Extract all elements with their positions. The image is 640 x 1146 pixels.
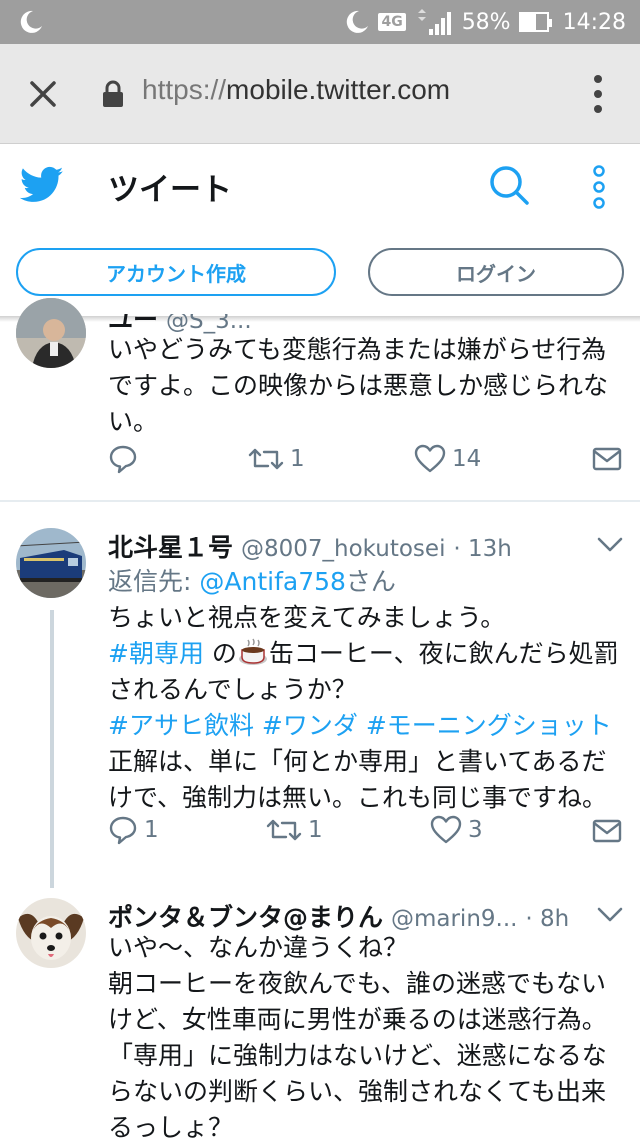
- dog-avatar-image: [16, 898, 86, 968]
- hashtag-link[interactable]: #モーニングショット: [366, 711, 612, 740]
- user-name[interactable]: ポンタ＆ブンタ@まりん: [108, 903, 383, 932]
- tweet-header: 北斗星１号 @8007_hokutosei · 13h: [108, 528, 512, 564]
- retweet-count: 1: [290, 446, 305, 472]
- header-shadow: [0, 316, 640, 322]
- retweet-button[interactable]: 1: [266, 815, 323, 845]
- url-scheme: https://: [142, 74, 227, 105]
- avatar[interactable]: [16, 898, 86, 968]
- tweet-text-fragment: 缶コーヒー、夜に飲んだら処罰: [268, 639, 619, 668]
- like-button[interactable]: 14: [414, 444, 481, 474]
- user-avatar-image: [16, 298, 86, 368]
- reply-prefix: 返信先:: [108, 567, 200, 596]
- twitter-header: ツイート: [0, 144, 640, 228]
- url-host: mobile.twitter.com: [226, 74, 451, 105]
- tweet-line: るっしょ？: [108, 1113, 234, 1142]
- tweet-line: いや〜、なんか違うくね？: [108, 933, 409, 962]
- thread-connector: [50, 610, 54, 888]
- chevron-down-icon[interactable]: [596, 536, 624, 554]
- tweet-body: いや〜、なんか違うくね？ 朝コーヒーを夜飲んでも、誰の迷惑でもない けど、女性車…: [108, 930, 620, 1146]
- tweet-line: #朝専用 の 缶コーヒー、夜に飲んだら処罰: [108, 636, 620, 672]
- clock: 14:28: [562, 9, 626, 35]
- browser-url-bar: https://mobile.twitter.com: [0, 44, 640, 144]
- retweet-icon: [248, 448, 284, 470]
- envelope-icon: [592, 447, 622, 471]
- tweet-line: 正解は、単に「何とか専用」と書いてあるだ: [108, 747, 607, 776]
- tweet-line: 朝コーヒーを夜飲んでも、誰の迷惑でもない: [108, 969, 607, 998]
- dm-button[interactable]: [592, 446, 622, 472]
- train-avatar-image: [16, 528, 86, 598]
- hashtag-link[interactable]: #アサヒ飲料: [108, 711, 254, 740]
- user-handle[interactable]: @8007_hokutosei: [241, 536, 445, 562]
- tweet-line: けで、強制力は無い。これも同じ事ですね。: [108, 783, 608, 812]
- tweet-time: · 8h: [525, 906, 570, 932]
- tweet-body: ちょいと視点を変えてみましょう。 #朝専用 の 缶コーヒー、夜に飲んだら処罰 さ…: [108, 600, 620, 816]
- page-title: ツイート: [108, 172, 232, 208]
- browser-menu-icon[interactable]: [590, 72, 606, 116]
- tweet-text-fragment: の: [203, 639, 237, 668]
- reply-icon: [109, 445, 137, 474]
- lock-icon: [103, 80, 123, 107]
- avatar[interactable]: [16, 298, 86, 368]
- envelope-icon: [592, 819, 622, 843]
- retweet-button[interactable]: 1: [248, 444, 305, 474]
- twitter-bird-icon[interactable]: [20, 166, 64, 204]
- tweet-line: ちょいと視点を変えてみましょう。: [108, 603, 506, 632]
- dm-button[interactable]: [592, 818, 622, 844]
- like-count: 14: [452, 446, 482, 472]
- chevron-down-icon[interactable]: [596, 906, 624, 924]
- reply-icon: [109, 816, 137, 845]
- status-bar: 4G 58% 14:28: [0, 0, 640, 44]
- heart-icon: [414, 444, 446, 473]
- network-type: 4G: [378, 13, 406, 31]
- signal-icon: [417, 9, 451, 35]
- tweet-line: #アサヒ飲料 #ワンダ #モーニングショット: [108, 708, 620, 744]
- do-not-disturb-moon-icon: [347, 10, 369, 33]
- moon-icon: [20, 10, 42, 33]
- tweet-line: されるんでしょうか？: [108, 675, 357, 704]
- tweet-time: · 13h: [453, 536, 512, 562]
- url-field[interactable]: https://mobile.twitter.com: [142, 74, 450, 106]
- auth-buttons: アカウント作成 ログイン: [0, 228, 640, 318]
- heart-icon: [430, 815, 462, 844]
- tweet-line: ですよ。この映像からは悪意しか感じられな: [108, 371, 609, 400]
- hashtag-link[interactable]: #朝専用: [108, 639, 204, 668]
- tweet-line: けど、女性車両に男性が乗るのは迷惑行為。: [108, 1005, 607, 1034]
- tweet-body: いやどうみても変態行為または嫌がらせ行為 ですよ。この映像からは悪意しか感じられ…: [108, 332, 620, 440]
- user-name[interactable]: 北斗星１号: [108, 533, 233, 562]
- tweet-line: い。: [108, 407, 159, 436]
- user-handle[interactable]: @marin9...: [391, 906, 518, 932]
- like-count: 3: [468, 817, 483, 843]
- tweet-line: 「専用」に強制力はないけど、迷惑になるな: [108, 1041, 607, 1070]
- login-button[interactable]: ログイン: [368, 248, 624, 296]
- retweet-icon: [266, 819, 302, 841]
- tweet-line: らないの判断くらい、強制されなくても出来: [108, 1077, 607, 1106]
- create-account-button[interactable]: アカウント作成: [16, 248, 336, 296]
- reply-count: 1: [144, 817, 159, 843]
- retweet-count: 1: [308, 817, 323, 843]
- tweet-line: いやどうみても変態行為または嫌がらせ行為: [108, 335, 607, 364]
- close-icon[interactable]: [26, 77, 60, 111]
- battery-percent: 58%: [461, 9, 511, 35]
- hot-beverage-emoji-icon: [238, 638, 267, 665]
- reply-button[interactable]: 1: [108, 815, 159, 845]
- reply-to-link[interactable]: @Antifa758: [199, 567, 346, 596]
- tweet-header: ポンタ＆ブンタ@まりん @marin9... · 8h: [108, 898, 569, 934]
- hashtag-link[interactable]: #ワンダ: [262, 711, 358, 740]
- like-button[interactable]: 3: [430, 815, 483, 845]
- avatar[interactable]: [16, 528, 86, 598]
- reply-suffix: さん: [345, 567, 396, 596]
- more-options-icon[interactable]: [588, 164, 610, 210]
- battery-icon: [518, 12, 552, 32]
- tweet-divider: [0, 500, 640, 502]
- reply-button[interactable]: [108, 444, 138, 474]
- reply-context: 返信先: @Antifa758さん: [108, 564, 620, 600]
- search-icon[interactable]: [488, 164, 530, 206]
